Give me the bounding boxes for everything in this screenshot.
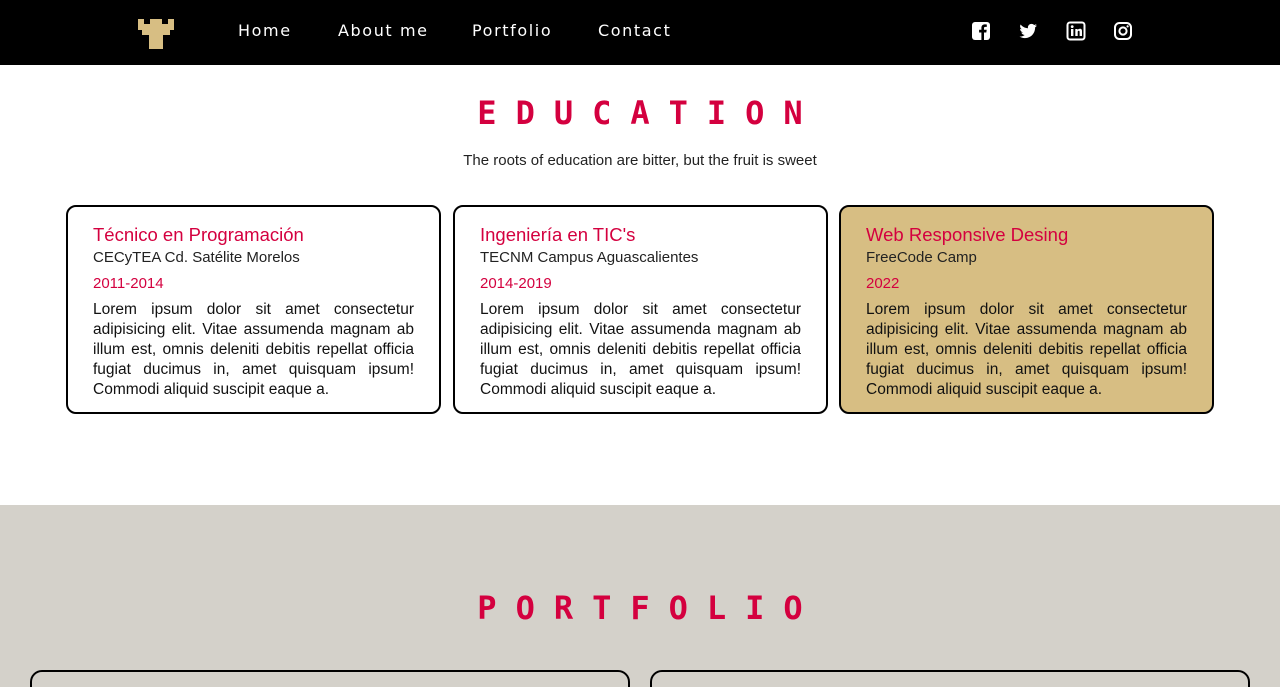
- card-title: Web Responsive Desing: [866, 224, 1069, 245]
- education-subtitle: The roots of education are bitter, but t…: [463, 152, 817, 169]
- navbar: Home About me Portfolio Contact: [0, 0, 1280, 65]
- portfolio-section: PORTFOLIO: [0, 505, 1280, 687]
- card-years: 2022: [866, 275, 900, 292]
- nav-link-about-me[interactable]: About me: [338, 21, 429, 40]
- education-card: Técnico en Programación CECyTEA Cd. Saté…: [66, 205, 441, 414]
- education-title: EDUCATION: [477, 94, 822, 132]
- card-title: Técnico en Programación: [93, 224, 304, 245]
- card-description: Lorem ipsum dolor sit amet consectetur a…: [93, 301, 414, 398]
- education-card: Ingeniería en TIC's TECNM Campus Aguasca…: [453, 205, 828, 414]
- portfolio-title: PORTFOLIO: [477, 589, 822, 627]
- instagram-icon[interactable]: [1113, 21, 1133, 41]
- nav-link-contact[interactable]: Contact: [598, 21, 671, 40]
- linkedin-icon[interactable]: [1066, 21, 1086, 41]
- nav-link-home[interactable]: Home: [238, 21, 292, 40]
- card-description: Lorem ipsum dolor sit amet consectetur a…: [866, 301, 1187, 398]
- portfolio-card[interactable]: [650, 670, 1250, 687]
- facebook-icon[interactable]: [971, 21, 991, 41]
- card-years: 2014-2019: [480, 275, 552, 292]
- card-school: TECNM Campus Aguascalientes: [480, 249, 699, 266]
- card-years: 2011-2014: [93, 275, 164, 292]
- nav-link-portfolio[interactable]: Portfolio: [472, 21, 552, 40]
- card-school: CECyTEA Cd. Satélite Morelos: [93, 249, 300, 266]
- twitter-icon[interactable]: [1018, 21, 1038, 41]
- card-title: Ingeniería en TIC's: [480, 224, 636, 245]
- card-school: FreeCode Camp: [866, 249, 977, 266]
- portfolio-card[interactable]: [30, 670, 630, 687]
- education-card-highlighted: Web Responsive Desing FreeCode Camp 2022…: [839, 205, 1214, 414]
- pixel-tower-logo-icon[interactable]: [138, 19, 174, 49]
- card-description: Lorem ipsum dolor sit amet consectetur a…: [480, 301, 801, 398]
